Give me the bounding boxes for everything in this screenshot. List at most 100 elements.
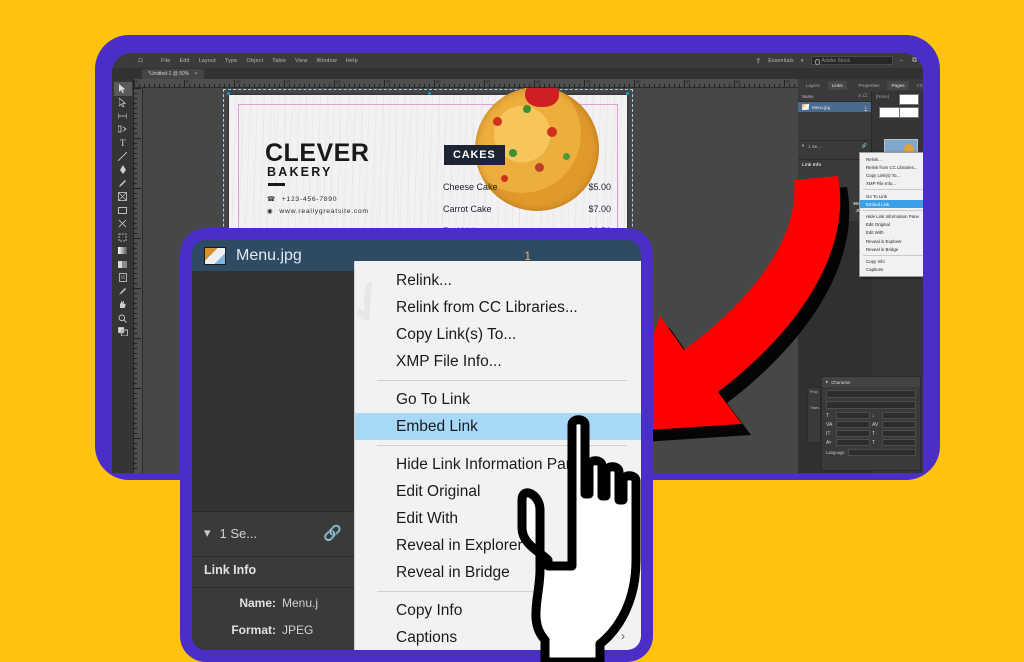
master-swatch-single[interactable] bbox=[899, 94, 919, 105]
selection-tool[interactable] bbox=[113, 82, 132, 96]
tracking-control[interactable]: AV bbox=[872, 421, 916, 428]
menu-item-embed-link[interactable]: Embed Link bbox=[355, 413, 641, 440]
context-item-copy-links-to[interactable]: Copy Link(s) To... bbox=[860, 171, 923, 179]
zoom-tool[interactable] bbox=[114, 312, 132, 326]
context-item-edit-with[interactable]: Edit With bbox=[860, 229, 923, 237]
tab-links[interactable]: Links bbox=[827, 80, 847, 90]
menu-item-copy-info[interactable]: Copy Info bbox=[355, 597, 641, 624]
gap-tool[interactable] bbox=[114, 123, 132, 137]
menu-item-copy-links-to[interactable]: Copy Link(s) To... bbox=[355, 321, 641, 348]
links-selection-row[interactable]: ▾ 1 Se... 🔗 bbox=[798, 140, 871, 151]
pen-tool[interactable] bbox=[114, 163, 132, 177]
context-item-captions[interactable]: Captions › bbox=[860, 266, 923, 274]
menu-row[interactable]: Carrot Cake $7.00 bbox=[443, 204, 611, 214]
rectangle-tool[interactable] bbox=[114, 204, 132, 218]
font-size-control[interactable]: T bbox=[826, 412, 870, 419]
context-item-relink[interactable]: Relink... bbox=[860, 155, 923, 163]
fill-stroke-swatch[interactable] bbox=[114, 325, 132, 339]
bakery-title[interactable]: CLEVER bbox=[265, 139, 369, 168]
bakery-subtitle[interactable]: BAKERY bbox=[267, 165, 333, 179]
menu-item-relink[interactable]: Relink... bbox=[355, 267, 641, 294]
menu-help[interactable]: Help bbox=[346, 58, 358, 64]
context-item-xmp-file-info[interactable]: XMP File Info... bbox=[860, 180, 923, 188]
links-context-menu[interactable]: Relink... Relink from CC Libraries... Co… bbox=[859, 152, 923, 277]
context-item-embed-link[interactable]: Embed Link bbox=[860, 200, 923, 209]
context-item-reveal-in-explorer[interactable]: Reveal in Explorer bbox=[860, 237, 923, 245]
frame-tool[interactable] bbox=[114, 190, 132, 204]
leading-control[interactable]: ↕ bbox=[872, 412, 916, 419]
relink-icon[interactable]: 🔗 bbox=[862, 143, 867, 149]
panel-menu-icon[interactable]: ▸ bbox=[826, 379, 828, 385]
close-icon[interactable]: × bbox=[194, 71, 197, 77]
direct-selection-tool[interactable] bbox=[114, 96, 132, 110]
tab-pages[interactable]: Pages bbox=[887, 80, 909, 90]
line-tool[interactable] bbox=[114, 150, 132, 164]
context-item-copy-info[interactable]: Copy Info bbox=[860, 258, 923, 266]
properties-strip[interactable]: Prop Trans bbox=[807, 387, 821, 443]
master-swatch-spread[interactable] bbox=[879, 107, 919, 118]
menu-item-edit-with[interactable]: Edit With bbox=[355, 505, 641, 532]
scissors-tool[interactable] bbox=[114, 217, 132, 231]
home-icon[interactable]: ⌂ bbox=[138, 56, 143, 64]
stock-search-input[interactable]: Adobe Stock bbox=[810, 56, 893, 65]
workspace-selector[interactable]: Essentials bbox=[768, 58, 794, 64]
menu-table[interactable]: Table bbox=[272, 58, 286, 64]
zoomed-selection-row[interactable]: ▾ 1 Se... 🔗 bbox=[192, 511, 354, 554]
language-row[interactable]: Language bbox=[822, 446, 920, 459]
menu-file[interactable]: File bbox=[161, 58, 171, 64]
horizontal-scale-control[interactable]: T bbox=[872, 430, 916, 437]
menu-item-reveal-in-bridge[interactable]: Reveal in Bridge bbox=[355, 559, 641, 586]
menu-item-reveal-in-explorer[interactable]: Reveal in Explorer bbox=[355, 532, 641, 559]
links-row-menu-jpg[interactable]: Menu.jpg 1 bbox=[798, 102, 871, 112]
hand-tool[interactable] bbox=[114, 298, 132, 312]
gradient-swatch-tool[interactable] bbox=[114, 244, 132, 258]
pencil-tool[interactable] bbox=[114, 177, 132, 191]
font-family-field[interactable] bbox=[826, 390, 916, 398]
share-icon[interactable]: ⇪ bbox=[755, 57, 761, 65]
menu-type[interactable]: Type bbox=[225, 58, 238, 64]
menu-layout[interactable]: Layout bbox=[199, 58, 216, 64]
menu-row[interactable]: Cheese Cake $5.00 bbox=[443, 182, 611, 192]
menu-view[interactable]: View bbox=[295, 58, 307, 64]
context-item-reveal-in-bridge[interactable]: Reveal in Bridge bbox=[860, 245, 923, 253]
link-page[interactable]: 1 bbox=[865, 105, 867, 110]
character-panel-header[interactable]: ▸ Character bbox=[822, 377, 920, 387]
menu-item-hide-link-information-pane[interactable]: Hide Link Information Pane bbox=[355, 451, 641, 478]
menu-item-go-to-link[interactable]: Go To Link bbox=[355, 386, 641, 413]
gradient-feather-tool[interactable] bbox=[114, 258, 132, 272]
phone-line[interactable]: ☎ +123-456-7890 bbox=[267, 195, 337, 204]
window-minimize-button[interactable]: – bbox=[900, 58, 905, 64]
language-select[interactable] bbox=[847, 449, 916, 456]
context-item-edit-original[interactable]: Edit Original bbox=[860, 221, 923, 229]
relink-icon[interactable]: 🔗 bbox=[323, 524, 342, 542]
menu-item-edit-original[interactable]: Edit Original bbox=[355, 478, 641, 505]
tab-properties[interactable]: Properties bbox=[855, 81, 884, 90]
vertical-scale-control[interactable]: IT bbox=[826, 430, 870, 437]
eyedropper-tool[interactable] bbox=[114, 285, 132, 299]
menu-item-relink-cc-libraries[interactable]: Relink from CC Libraries... bbox=[355, 294, 641, 321]
chevron-down-icon[interactable]: ▾ bbox=[204, 525, 211, 541]
skew-control[interactable]: T bbox=[872, 439, 916, 446]
chevron-down-icon[interactable]: ▾ bbox=[801, 58, 804, 64]
section-badge[interactable]: CAKES bbox=[444, 145, 505, 165]
type-tool[interactable]: T bbox=[114, 136, 132, 150]
menu-item-xmp-file-info[interactable]: XMP File Info... bbox=[355, 348, 641, 375]
chevron-down-icon[interactable]: ▾ bbox=[802, 143, 804, 149]
zoomed-link-list-area[interactable] bbox=[192, 271, 354, 511]
baseline-shift-control[interactable]: Aᵃ bbox=[826, 439, 870, 446]
website-line[interactable]: ◉ www.reallygreatsite.com bbox=[267, 207, 369, 216]
context-item-hide-link-information-pane[interactable]: Hide Link Information Pane bbox=[860, 213, 923, 221]
page-tool[interactable] bbox=[114, 109, 132, 123]
tab-layers[interactable]: Layers bbox=[802, 81, 824, 90]
menu-edit[interactable]: Edit bbox=[180, 58, 190, 64]
free-transform-tool[interactable] bbox=[114, 231, 132, 245]
font-style-field[interactable] bbox=[826, 401, 916, 409]
kerning-control[interactable]: VA bbox=[826, 421, 870, 428]
zoomed-context-menu[interactable]: ✓ Relink... Relink from CC Libraries... … bbox=[333, 261, 641, 650]
context-item-go-to-link[interactable]: Go To Link bbox=[860, 192, 923, 200]
note-tool[interactable] bbox=[114, 271, 132, 285]
window-restore-button[interactable]: ⧉ bbox=[912, 57, 917, 65]
menu-item-captions[interactable]: Captions › bbox=[355, 624, 641, 650]
document-tab[interactable]: *Untitled-1 @ 50% × bbox=[142, 69, 205, 79]
tab-cc-libraries[interactable]: CC Libraries bbox=[913, 81, 924, 90]
